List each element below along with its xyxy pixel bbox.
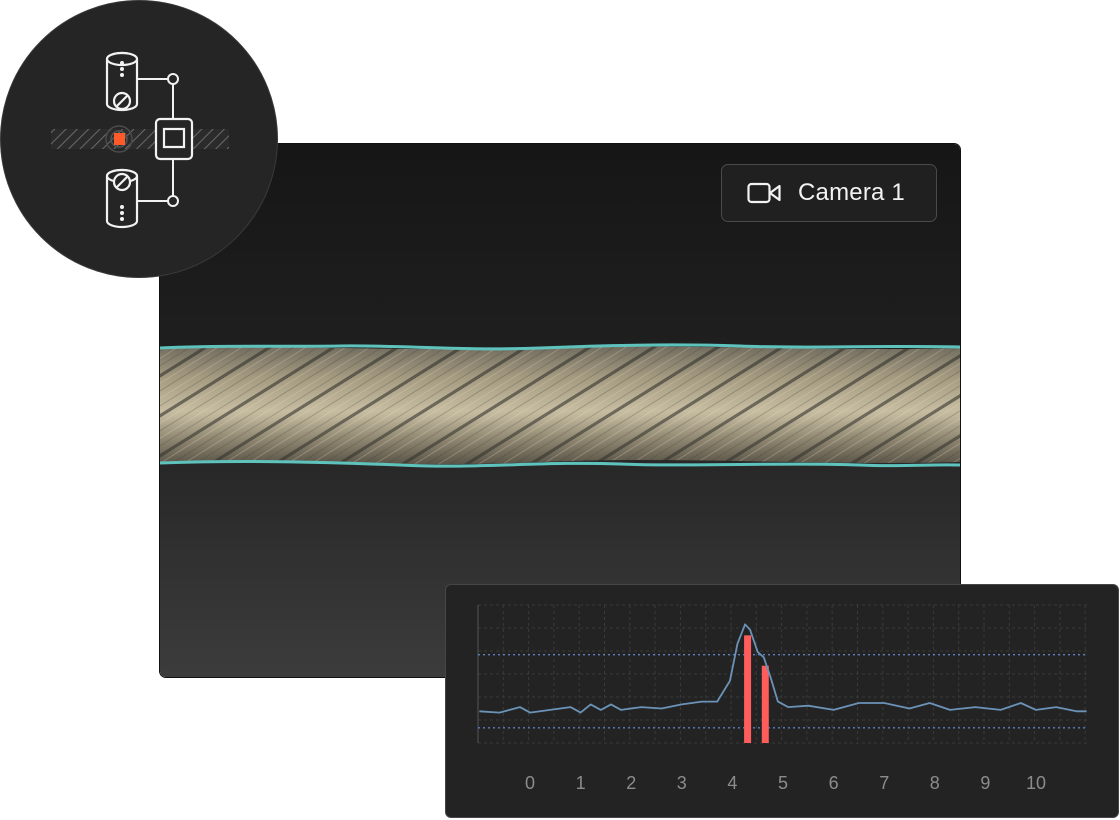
defect-marker-icon [114, 133, 125, 145]
x-tick-label: 9 [980, 773, 990, 793]
defect-bar [744, 635, 752, 743]
rope-band [51, 129, 229, 149]
signal-chart: 0 1 2 3 4 5 6 7 8 9 10 [445, 584, 1119, 818]
x-tick-label: 0 [525, 773, 535, 793]
camera-label: Camera 1 [798, 179, 905, 206]
x-tick-label: 3 [677, 773, 687, 793]
x-tick-label: 2 [626, 773, 636, 793]
x-tick-label: 5 [778, 773, 788, 793]
signal-line [479, 623, 1087, 714]
x-tick-label: 10 [1026, 773, 1046, 793]
wire-rope-image [160, 343, 960, 468]
x-tick-label: 6 [829, 773, 839, 793]
signal-chart-svg: 0 1 2 3 4 5 6 7 8 9 10 [477, 604, 1088, 793]
x-tick-label: 7 [879, 773, 889, 793]
x-tick-label: 4 [727, 773, 737, 793]
x-tick-label: 8 [930, 773, 940, 793]
video-camera-icon [747, 182, 781, 204]
x-tick-label: 1 [576, 773, 586, 793]
camera-selector[interactable]: Camera 1 [721, 164, 937, 222]
clamp-icon [154, 117, 194, 161]
sensor-diagram [0, 0, 278, 278]
defect-bar [761, 665, 769, 743]
